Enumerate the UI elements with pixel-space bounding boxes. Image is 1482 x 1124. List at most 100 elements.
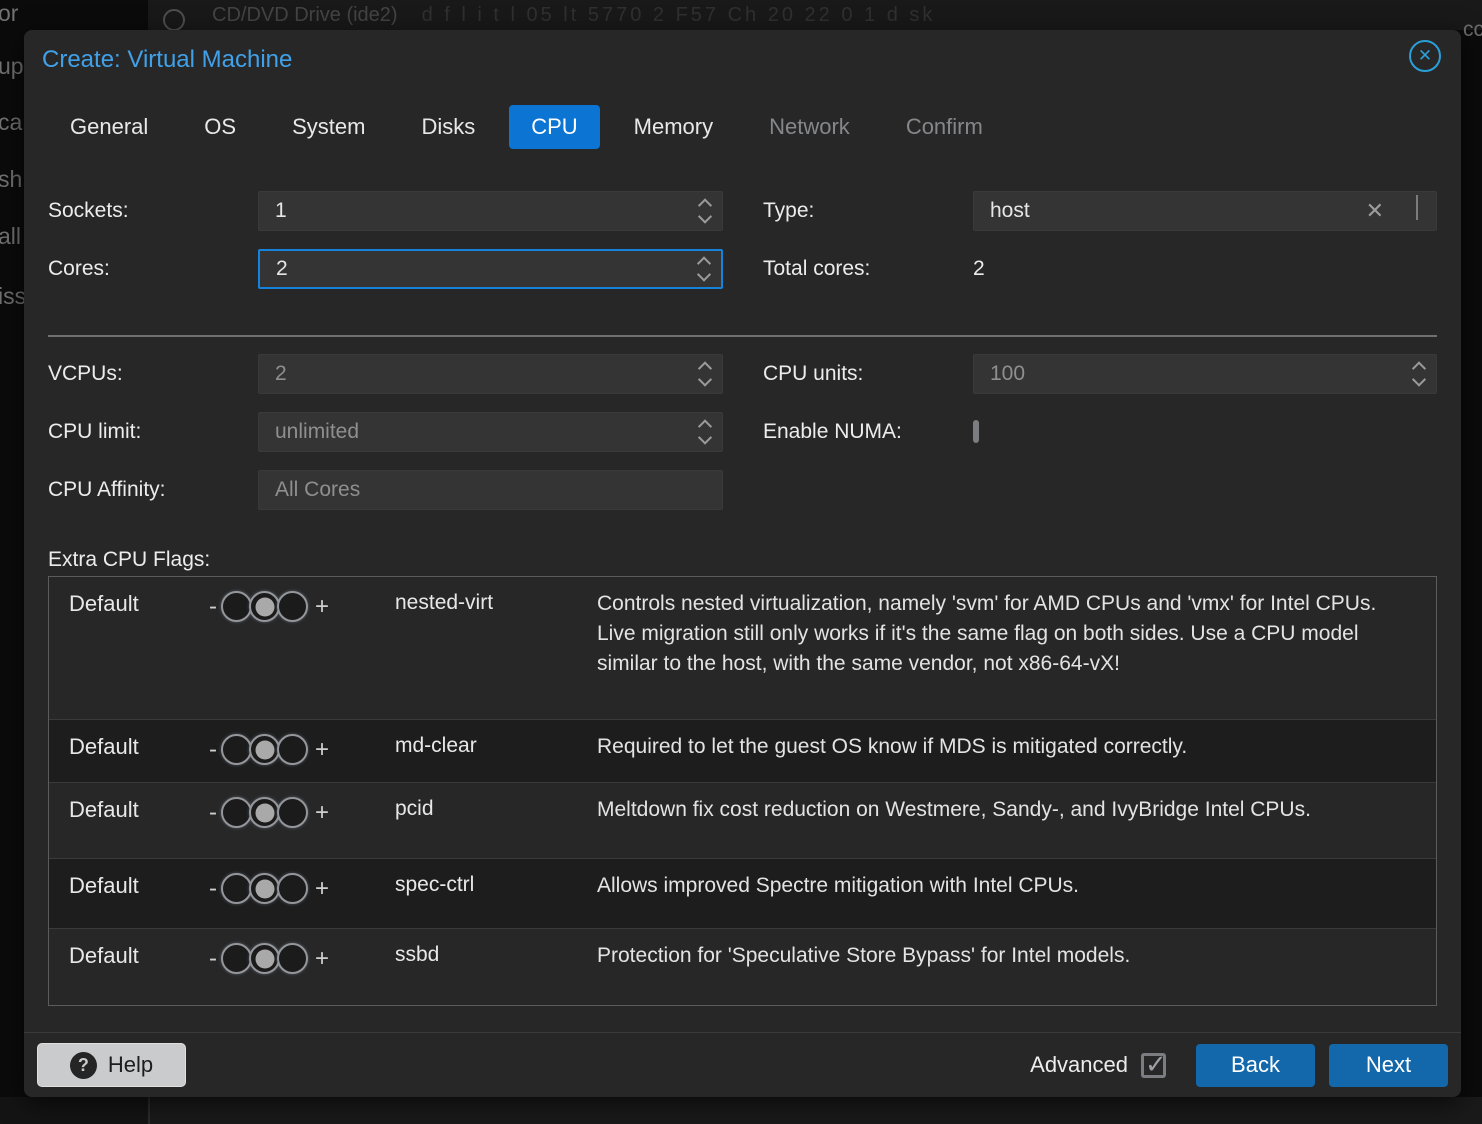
flag-name: nested-virt — [395, 589, 597, 615]
flag-on-option[interactable] — [277, 591, 308, 622]
background-fragment: all — [0, 223, 21, 250]
flag-tristate-toggle: - + — [209, 591, 395, 622]
flag-description: Meltdown fix cost reduction on Westmere,… — [597, 795, 1416, 825]
chevron-down-icon — [698, 431, 712, 445]
flag-off-option[interactable] — [221, 797, 252, 828]
background-fragment: iss — [0, 283, 26, 310]
flag-row-ssbd: Default - + ssbd Protection for 'Specula… — [49, 929, 1436, 1006]
section-divider — [48, 335, 1437, 337]
flag-default-option[interactable] — [249, 734, 280, 765]
flag-off-option[interactable] — [221, 734, 252, 765]
chevron-down-icon — [1412, 373, 1426, 387]
enable-numa-checkbox[interactable]: ✓ — [973, 420, 979, 443]
dialog-footer: ? Help Advanced ✓ Back Next — [24, 1032, 1461, 1097]
flag-on-option[interactable] — [277, 943, 308, 974]
help-icon: ? — [70, 1052, 97, 1079]
cpu-limit-placeholder: unlimited — [275, 420, 359, 444]
flag-description: Required to let the guest OS know if MDS… — [597, 732, 1416, 762]
advanced-checkbox[interactable]: ✓ — [1141, 1053, 1166, 1078]
minus-icon[interactable]: - — [209, 799, 217, 827]
minus-icon[interactable]: - — [209, 593, 217, 621]
cpu-type-combobox[interactable]: host ✕ — [973, 191, 1437, 231]
cpu-units-spinner — [1414, 362, 1424, 386]
tab-network: Network — [747, 105, 872, 149]
vcpus-value: 2 — [275, 362, 287, 386]
type-label: Type: — [763, 199, 973, 223]
combobox-dropdown-trigger[interactable] — [1416, 197, 1418, 221]
clear-icon[interactable]: ✕ — [1366, 198, 1384, 224]
flag-row-pcid: Default - + pcid Meltdown fix cost reduc… — [49, 783, 1436, 859]
flag-name: md-clear — [395, 732, 597, 758]
flag-name: pcid — [395, 795, 597, 821]
background-row-text: CD/DVD Drive (ide2)d f l i t l 05 lt 577… — [212, 4, 935, 27]
flag-default-option[interactable] — [249, 943, 280, 974]
flag-description: Controls nested virtualization, namely '… — [597, 589, 1416, 679]
flag-state-label: Default — [69, 871, 209, 899]
cpu-limit-spinner[interactable] — [700, 420, 710, 444]
flag-state-label: Default — [69, 795, 209, 823]
flag-tristate-toggle: - + — [209, 734, 395, 765]
tab-os[interactable]: OS — [182, 105, 258, 149]
tab-confirm: Confirm — [884, 105, 1005, 149]
total-cores-value: 2 — [973, 257, 985, 280]
flag-state-label: Default — [69, 589, 209, 617]
sockets-spinner[interactable] — [700, 199, 710, 223]
tab-disks[interactable]: Disks — [399, 105, 497, 149]
cores-input[interactable]: 2 — [258, 249, 723, 289]
flag-default-option[interactable] — [249, 591, 280, 622]
vcpus-label: VCPUs: — [48, 362, 258, 386]
flag-default-option[interactable] — [249, 797, 280, 828]
background-divider-line — [148, 1097, 150, 1124]
plus-icon[interactable]: + — [315, 875, 329, 903]
flag-name: ssbd — [395, 941, 597, 967]
sockets-input[interactable]: 1 — [258, 191, 723, 231]
cpu-limit-input[interactable]: unlimited — [258, 412, 723, 452]
help-button[interactable]: ? Help — [37, 1043, 186, 1087]
cores-value: 2 — [276, 257, 288, 281]
back-button[interactable]: Back — [1196, 1044, 1315, 1087]
next-button[interactable]: Next — [1329, 1044, 1448, 1087]
dialog-header: Create: Virtual Machine ✕ — [24, 30, 1461, 74]
tab-general[interactable]: General — [48, 105, 170, 149]
close-button[interactable]: ✕ — [1409, 40, 1441, 72]
background-fragment: or — [0, 0, 18, 27]
cpu-units-input: 100 — [973, 354, 1437, 394]
plus-icon[interactable]: + — [315, 593, 329, 621]
cpu-form: Sockets: 1 Type: host ✕ Cores: — [48, 191, 1437, 510]
minus-icon[interactable]: - — [209, 945, 217, 973]
flag-default-option[interactable] — [249, 873, 280, 904]
cpu-limit-label: CPU limit: — [48, 420, 258, 444]
flag-off-option[interactable] — [221, 943, 252, 974]
help-button-label: Help — [108, 1052, 153, 1078]
cpu-affinity-input[interactable]: All Cores — [258, 470, 723, 510]
tab-memory[interactable]: Memory — [612, 105, 735, 149]
chevron-down-icon — [698, 373, 712, 387]
cpu-affinity-placeholder: All Cores — [275, 478, 360, 502]
minus-icon[interactable]: - — [209, 736, 217, 764]
tab-cpu[interactable]: CPU — [509, 105, 599, 149]
enable-numa-label: Enable NUMA: — [763, 420, 973, 444]
cores-spinner[interactable] — [699, 257, 709, 281]
plus-icon[interactable]: + — [315, 736, 329, 764]
flag-description: Allows improved Spectre mitigation with … — [597, 871, 1416, 901]
background-fragment: sh — [0, 166, 22, 193]
plus-icon[interactable]: + — [315, 945, 329, 973]
flag-on-option[interactable] — [277, 734, 308, 765]
cpu-affinity-label: CPU Affinity: — [48, 478, 258, 502]
plus-icon[interactable]: + — [315, 799, 329, 827]
flag-off-option[interactable] — [221, 591, 252, 622]
minus-icon[interactable]: - — [209, 875, 217, 903]
check-icon: ✓ — [1145, 1049, 1167, 1080]
tab-system[interactable]: System — [270, 105, 387, 149]
close-icon: ✕ — [1418, 46, 1432, 66]
flag-tristate-toggle: - + — [209, 797, 395, 828]
flag-on-option[interactable] — [277, 797, 308, 828]
flag-row-md-clear: Default - + md-clear Required to let the… — [49, 720, 1436, 783]
cpu-flags-grid: Default - + nested-virt Controls nested … — [48, 576, 1437, 1006]
flag-on-option[interactable] — [277, 873, 308, 904]
sockets-label: Sockets: — [48, 199, 258, 223]
cpu-units-value: 100 — [990, 362, 1025, 386]
flag-state-label: Default — [69, 941, 209, 969]
flag-off-option[interactable] — [221, 873, 252, 904]
background-fragment: ca — [0, 109, 22, 136]
